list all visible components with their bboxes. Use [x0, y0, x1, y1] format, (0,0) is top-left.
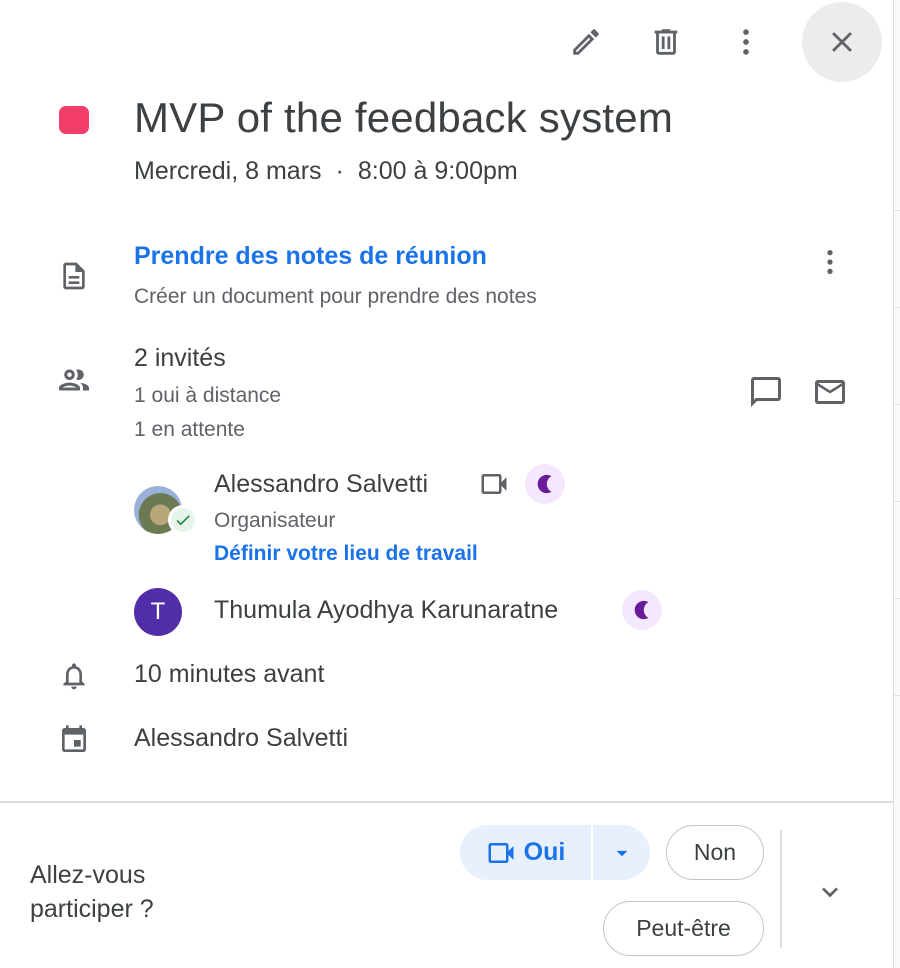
reminder-text: 10 minutes avant: [134, 660, 325, 688]
expand-rsvp-button[interactable]: [806, 870, 854, 914]
event-datetime: Mercredi, 8 mars · 8:00 à 9:00pm: [134, 157, 518, 186]
caret-down-icon: [616, 850, 627, 856]
email-guests-button[interactable]: [808, 370, 852, 414]
take-notes-link[interactable]: Prendre des notes de réunion: [134, 242, 487, 271]
rsvp-yes-label: Oui: [523, 838, 566, 866]
more-vert-icon: [827, 250, 833, 274]
accepted-status-badge: [171, 508, 195, 532]
reminder-section-icon: [54, 656, 94, 696]
trash-icon: [654, 29, 678, 55]
calendar-section-icon: [54, 720, 94, 760]
calendar-grid-edge: [894, 0, 900, 968]
set-workplace-link[interactable]: Définir votre lieu de travail: [214, 542, 478, 566]
out-of-office-badge: [525, 464, 565, 504]
guest-summary-pending: 1 en attente: [134, 418, 245, 441]
event-color-chip: [59, 106, 89, 134]
delete-button[interactable]: [642, 18, 690, 66]
rsvp-maybe-button[interactable]: Peut-être: [603, 901, 764, 956]
guest-role: Organisateur: [214, 509, 336, 532]
joining-by-video-indicator: [476, 466, 512, 502]
guest-summary-yes: 1 oui à distance: [134, 384, 282, 407]
footer-divider: [0, 801, 893, 803]
people-icon: [59, 369, 89, 391]
check-icon: [176, 515, 190, 526]
more-options-button[interactable]: [722, 18, 770, 66]
guest-name[interactable]: Alessandro Salvetti: [214, 470, 428, 499]
video-icon: [481, 474, 507, 494]
bell-icon: [63, 663, 85, 690]
chat-guests-button[interactable]: [744, 370, 788, 414]
notes-more-button[interactable]: [808, 240, 852, 284]
rsvp-question: Allez-vous participer ?: [30, 861, 154, 923]
notes-section-icon: [54, 256, 94, 296]
footer-vertical-divider: [780, 830, 782, 948]
guests-section-icon: [52, 358, 96, 402]
close-icon: [832, 32, 852, 52]
calendar-icon: [62, 725, 86, 752]
avatar[interactable]: T: [134, 588, 182, 636]
close-button[interactable]: [802, 2, 882, 82]
moon-icon: [537, 474, 552, 494]
out-of-office-badge: [622, 590, 662, 630]
event-title: MVP of the feedback system: [134, 94, 674, 141]
date-separator: ·: [335, 157, 344, 185]
rsvp-no-button[interactable]: Non: [666, 825, 764, 880]
pencil-icon: [573, 29, 599, 55]
moon-icon: [634, 600, 649, 620]
calendar-owner: Alessandro Salvetti: [134, 724, 349, 752]
video-icon: [488, 842, 514, 863]
chevron-down-icon: [822, 887, 838, 898]
event-date: Mercredi, 8 mars: [134, 157, 322, 185]
take-notes-description: Créer un document pour prendre des notes: [134, 285, 537, 308]
edit-button[interactable]: [562, 18, 610, 66]
event-time: 8:00 à 9:00pm: [357, 157, 518, 185]
guest-name[interactable]: Thumula Ayodhya Karunaratne: [214, 596, 558, 625]
mail-icon: [815, 380, 845, 404]
guest-count: 2 invités: [134, 344, 226, 372]
rsvp-yes-options-button[interactable]: [593, 825, 650, 880]
more-vert-icon: [743, 29, 749, 55]
rsvp-yes-button[interactable]: Oui: [460, 825, 591, 880]
document-icon: [63, 262, 85, 290]
chat-icon: [751, 377, 781, 407]
